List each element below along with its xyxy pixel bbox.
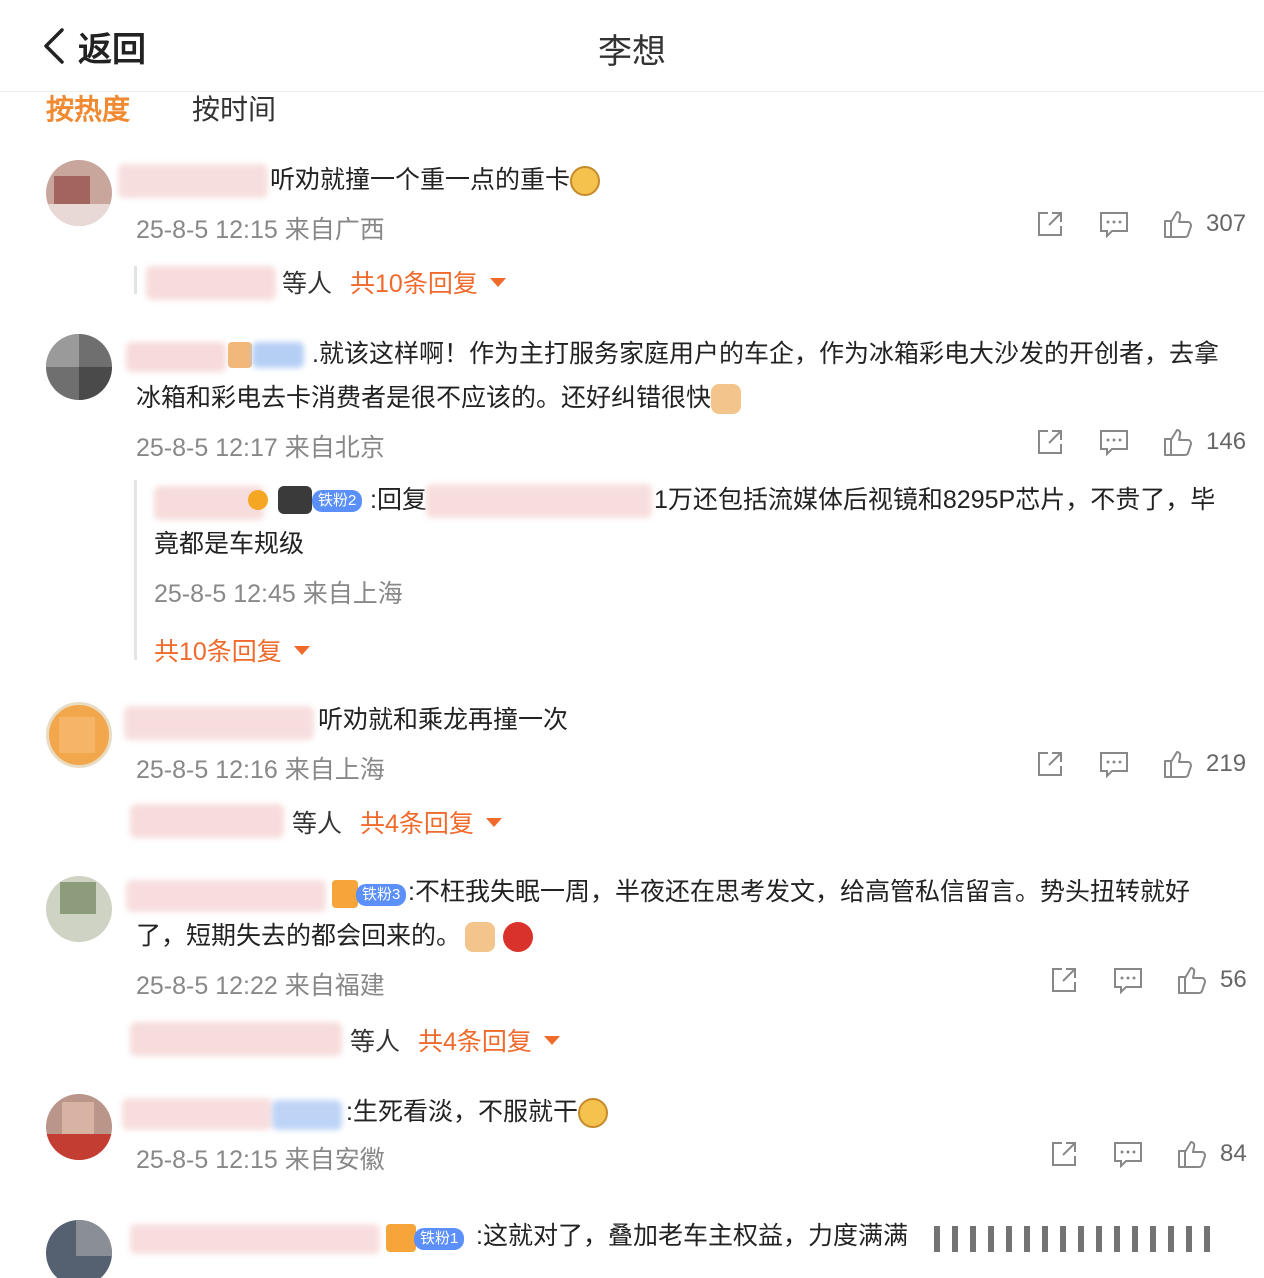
sort-tabs: 按热度 按时间 [46, 88, 276, 128]
comment-actions: 146 [1034, 426, 1246, 458]
like-icon[interactable] [1162, 426, 1194, 458]
reply-usernames [130, 804, 284, 838]
reply-meta: 25-8-5 12:45 来自上海 [154, 580, 403, 608]
comment-actions: 56 [1048, 964, 1247, 996]
like-icon[interactable] [1176, 964, 1208, 996]
rose-emoji-icon [503, 922, 534, 953]
comment-meta: 25-8-5 12:17 来自北京 [136, 434, 385, 462]
like-icon[interactable] [1176, 1138, 1208, 1170]
comment-item: .就该这样啊！作为主打服务家庭用户的车企，作为冰箱彩电大沙发的开创者，去拿冰箱和… [0, 328, 1264, 678]
tab-sort-hot[interactable]: 按热度 [46, 88, 130, 128]
chevron-down-icon [543, 1035, 560, 1045]
tab-sort-time[interactable]: 按时间 [192, 88, 276, 128]
comment-item: 听劝就和乘龙再撞一次 25-8-5 12:16 来自上海 219 等人 共4条回… [0, 692, 1264, 852]
like-icon[interactable] [1162, 748, 1194, 780]
comment-actions: 219 [1034, 748, 1246, 780]
reply-usernames [146, 266, 276, 300]
comment-text: .就该这样啊！作为主打服务家庭用户的车企，作为冰箱彩电大沙发的开创者，去拿冰箱和… [136, 340, 1219, 412]
comment-icon[interactable] [1098, 426, 1130, 458]
share-icon[interactable] [1048, 964, 1080, 996]
share-icon[interactable] [1048, 1138, 1080, 1170]
more-replies[interactable]: 等人 共4条回复 [350, 1022, 560, 1058]
chevron-down-icon [293, 645, 310, 655]
avatar[interactable] [46, 1094, 112, 1160]
like-count: 56 [1220, 966, 1247, 993]
comment-text: :这就对了，叠加老车主权益，力度满满 [476, 1222, 908, 1250]
share-icon[interactable] [1034, 426, 1066, 458]
like-count: 219 [1206, 750, 1247, 777]
comment-icon[interactable] [1112, 1138, 1144, 1170]
avatar[interactable] [46, 1220, 112, 1278]
more-replies[interactable]: 等人 共4条回复 [292, 804, 502, 840]
reply-count: 共4条回复 [360, 810, 474, 838]
more-replies[interactable]: 等人 共10条回复 [282, 264, 506, 300]
comment-actions: 84 [1048, 1138, 1247, 1170]
like-icon[interactable] [1162, 208, 1194, 240]
doge-emoji-icon [577, 1098, 608, 1129]
comment-meta: 25-8-5 12:15 来自安徽 [136, 1146, 385, 1174]
comment-icon[interactable] [1098, 208, 1130, 240]
comment-item: 铁粉1 :这就对了，叠加老车主权益，力度满满 [0, 1210, 1264, 1278]
top-bar: 返回 李想 [0, 0, 1264, 92]
share-icon[interactable] [1034, 748, 1066, 780]
comment-item: :生死看淡，不服就干 25-8-5 12:15 来自安徽 84 [0, 1084, 1264, 1194]
comment-item: 铁粉3 :不枉我失眠一周，半夜还在思考发文，给高管私信留言。势头扭转就好了，短期… [0, 866, 1264, 1066]
avatar[interactable] [46, 702, 112, 768]
reply-usernames [130, 1022, 342, 1056]
more-replies-suffix: 等人 [292, 810, 343, 838]
comment-actions: 307 [1034, 208, 1246, 240]
comment-item: 听劝就撞一个重一点的重卡 25-8-5 12:15 来自广西 307 等人 共1… [0, 150, 1264, 310]
avatar[interactable] [46, 876, 112, 942]
fan-level-badge: 铁粉1 [414, 1228, 465, 1250]
more-replies[interactable]: 共10条回复 [136, 632, 310, 668]
comment-text: 听劝就和乘龙再撞一次 [318, 706, 569, 734]
comment-text: :不枉我失眠一周，半夜还在思考发文，给高管私信留言。势头扭转就好了，短期失去的都… [136, 878, 1190, 950]
more-replies-suffix: 等人 [282, 270, 333, 298]
watermark-strip [934, 1226, 1214, 1252]
reply-count: 共10条回复 [154, 638, 282, 666]
doge-emoji-icon [570, 166, 601, 197]
comment-meta: 25-8-5 12:15 来自广西 [136, 216, 385, 244]
comment-icon[interactable] [1098, 748, 1130, 780]
more-replies-suffix: 等人 [350, 1028, 401, 1056]
username[interactable] [122, 1098, 272, 1130]
reply-count: 共4条回复 [418, 1028, 532, 1056]
comment-meta: 25-8-5 12:16 来自上海 [136, 756, 385, 784]
like-count: 84 [1220, 1140, 1247, 1167]
reply-count: 共10条回复 [350, 270, 478, 298]
reply-divider [134, 266, 137, 294]
vip-badge-icon [386, 1224, 416, 1252]
username[interactable] [118, 164, 268, 198]
thumbs-up-emoji-icon [711, 384, 742, 415]
share-icon[interactable] [1034, 208, 1066, 240]
comment-text: 听劝就撞一个重一点的重卡 [270, 166, 571, 194]
avatar[interactable] [46, 160, 112, 226]
thumbs-up-emoji-icon [465, 922, 496, 953]
like-count: 307 [1206, 210, 1247, 237]
reply-text: 1万还包括流媒体后视镜和8295P芯片，不贵了，毕竟都是车规级 [154, 486, 1216, 558]
chevron-down-icon [489, 277, 506, 287]
like-count: 146 [1206, 428, 1247, 455]
username[interactable] [124, 706, 314, 740]
fan-badge [272, 1100, 342, 1130]
page-title: 李想 [598, 33, 666, 71]
comment-icon[interactable] [1112, 964, 1144, 996]
comment-meta: 25-8-5 12:22 来自福建 [136, 972, 385, 1000]
chevron-down-icon [485, 817, 502, 827]
avatar[interactable] [46, 334, 112, 400]
comment-text: :生死看淡，不服就干 [346, 1098, 578, 1126]
username[interactable] [130, 1224, 380, 1254]
